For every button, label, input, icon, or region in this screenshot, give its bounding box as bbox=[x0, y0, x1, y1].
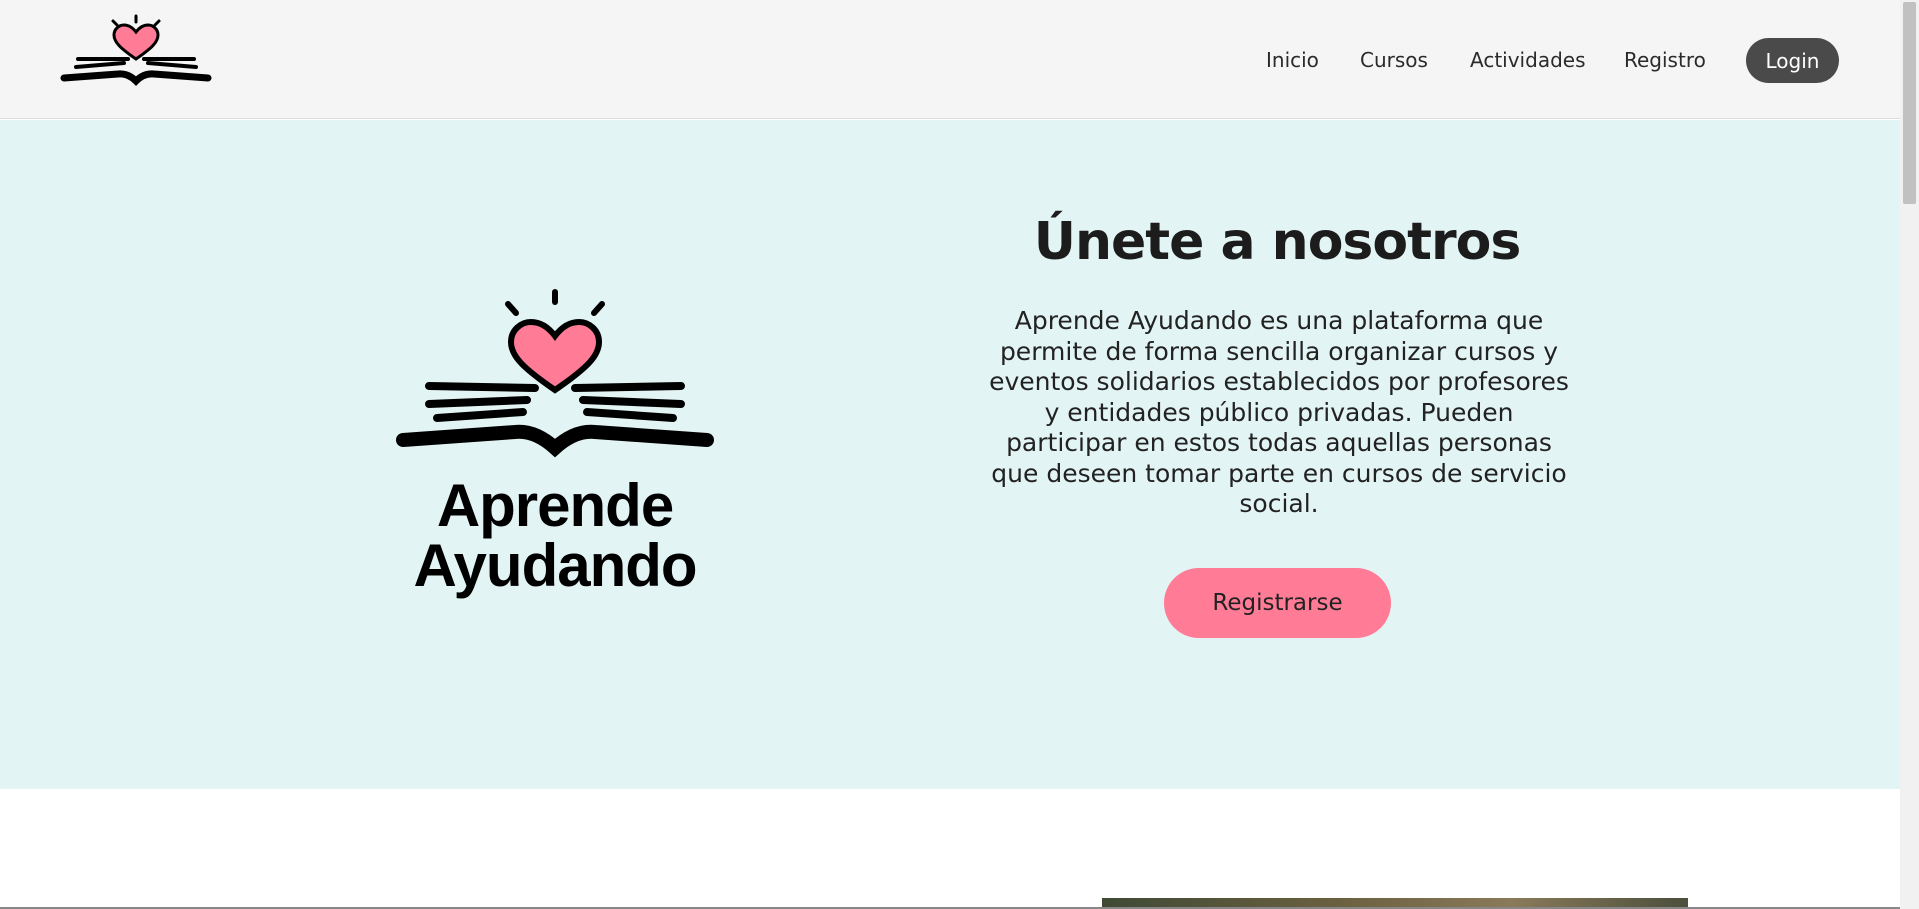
book-heart-logo-icon bbox=[396, 289, 714, 458]
brand-line-2: Ayudando bbox=[413, 532, 697, 599]
page-scrollbar[interactable] bbox=[1900, 0, 1919, 909]
navbar: Inicio Cursos Actividades Registro Login bbox=[0, 0, 1900, 119]
book-heart-logo-icon[interactable] bbox=[58, 12, 214, 94]
hero-section: Aprende Ayudando Únete a nosotros Aprend… bbox=[0, 120, 1900, 789]
nav-link-actividades[interactable]: Actividades bbox=[1470, 48, 1586, 72]
nav-link-inicio[interactable]: Inicio bbox=[1266, 48, 1319, 72]
nav-link-registro[interactable]: Registro bbox=[1624, 48, 1706, 72]
brand-line-1: Aprende bbox=[436, 472, 674, 539]
login-button[interactable]: Login bbox=[1746, 38, 1839, 83]
brand-wordmark: Aprende Ayudando bbox=[345, 476, 765, 596]
hero-title: Únete a nosotros bbox=[1033, 212, 1522, 272]
register-button[interactable]: Registrarse bbox=[1164, 568, 1391, 638]
hero-description: Aprende Ayudando es una plataforma que p… bbox=[989, 306, 1569, 518]
nav-link-cursos[interactable]: Cursos bbox=[1360, 48, 1428, 72]
scrollbar-thumb[interactable] bbox=[1903, 2, 1916, 204]
